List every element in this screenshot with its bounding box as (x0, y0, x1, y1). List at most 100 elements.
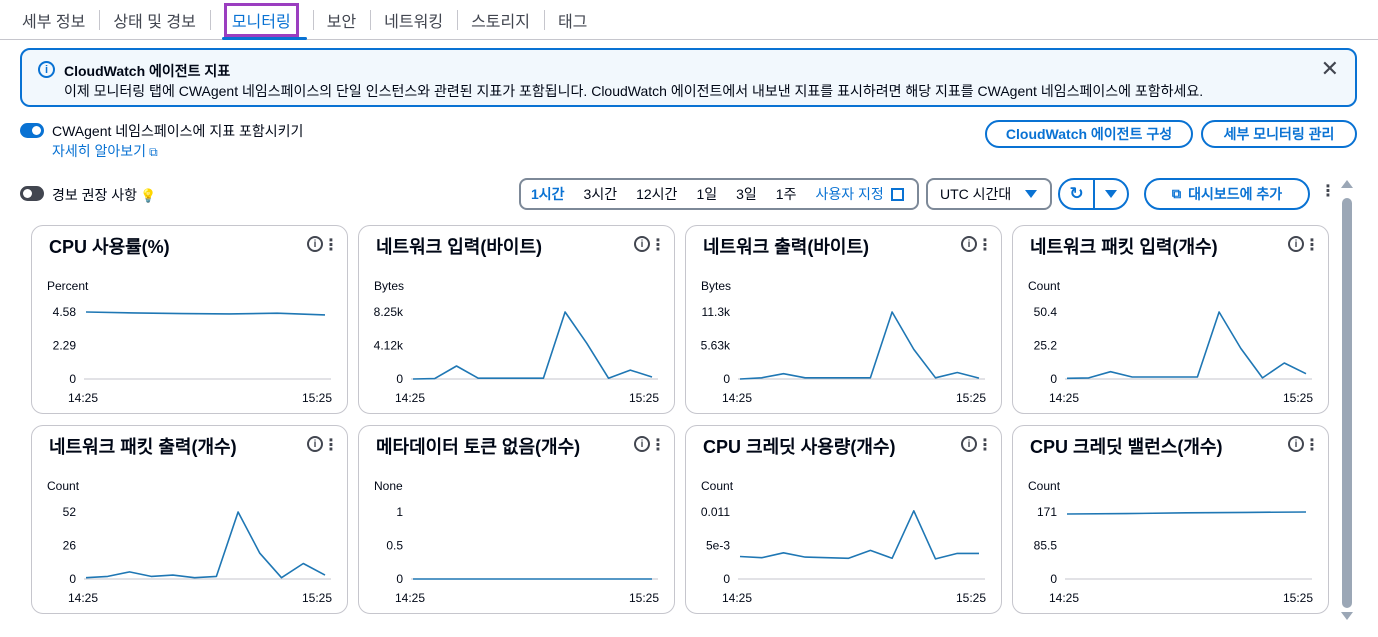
info-icon[interactable]: i (1288, 236, 1304, 252)
info-icon[interactable]: i (961, 236, 977, 252)
y-axis-label: Count (701, 479, 734, 493)
x-tick-label: 15:25 (1283, 391, 1313, 405)
time-range-option[interactable]: 1시간 (531, 184, 565, 204)
info-icon[interactable]: i (961, 436, 977, 452)
refresh-icon[interactable]: ↻ (1060, 180, 1095, 208)
chart-title: 네트워크 패킷 입력(개수) (1030, 237, 1218, 257)
more-options-icon[interactable]: ⋮ (323, 435, 339, 455)
time-range-option[interactable]: 3일 (736, 184, 757, 204)
series-line (739, 509, 979, 560)
custom-label: 사용자 지정 (815, 186, 884, 202)
alarm-recommendations: 경보 권장 사항 💡 (52, 185, 156, 205)
more-options-icon[interactable]: ⋮ (650, 235, 666, 255)
chart-title: 메타데이터 토큰 없음(개수) (376, 437, 581, 457)
y-axis-label: Count (1028, 279, 1061, 293)
learn-more-link[interactable]: 자세히 알아보기 ⧉ (52, 141, 158, 161)
scroll-up-icon[interactable] (1341, 180, 1353, 188)
info-icon[interactable]: i (1288, 436, 1304, 452)
chart-title: 네트워크 패킷 출력(개수) (49, 437, 237, 457)
more-options-icon[interactable]: ⋮ (1320, 184, 1336, 200)
alarm-label: 경보 권장 사항 (52, 187, 138, 203)
alarm-toggle[interactable] (20, 186, 44, 201)
more-options-icon[interactable]: ⋮ (977, 235, 993, 255)
time-range-option[interactable]: 1일 (696, 184, 717, 204)
time-range-option[interactable]: 12시간 (636, 184, 677, 204)
line-chart: None 1 0.5 0 14:25 15:25 (374, 479, 659, 605)
tab-label: 스토리지 (471, 13, 530, 31)
info-icon[interactable]: i (634, 236, 650, 252)
x-tick-label: 14:25 (395, 591, 425, 605)
info-alert: i CloudWatch 에이전트 지표 이제 모니터링 탭에 CWAgent … (20, 48, 1357, 107)
y-tick-label: 1 (396, 505, 403, 519)
learn-more-label: 자세히 알아보기 (52, 143, 147, 159)
scroll-down-icon[interactable] (1341, 612, 1353, 620)
metric-card: CPU 크레딧 사용량(개수) i ⋮ Count 0.011 5e-3 0 14:25 15:… (685, 425, 1002, 614)
x-tick-label: 15:25 (956, 591, 986, 605)
time-range-option[interactable]: 1주 (776, 184, 797, 204)
chart-title: 네트워크 입력(바이트) (376, 237, 543, 257)
line-chart: Count 171 85.5 0 14:25 15:25 (1028, 479, 1313, 605)
x-tick-label: 14:25 (1049, 391, 1079, 405)
y-tick-label: 0 (396, 372, 403, 386)
y-tick-label: 0 (723, 572, 730, 586)
more-options-icon[interactable]: ⋮ (1304, 235, 1320, 255)
tab-4[interactable]: 네트워킹 (370, 0, 457, 40)
y-tick-label: 0 (723, 372, 730, 386)
more-options-icon[interactable]: ⋮ (323, 235, 339, 255)
more-options-icon[interactable]: ⋮ (1304, 435, 1320, 455)
scroll-thumb[interactable] (1342, 198, 1352, 608)
x-tick-label: 14:25 (68, 591, 98, 605)
y-tick-label: 50.4 (1034, 305, 1058, 319)
configure-agent-button[interactable]: CloudWatch 에이전트 구성 (985, 120, 1193, 148)
y-tick-label: 4.58 (53, 305, 77, 319)
y-tick-label: 26 (63, 539, 77, 553)
metric-card: 네트워크 입력(바이트) i ⋮ Bytes 8.25k 4.12k 0 14:25 15:25 (358, 225, 675, 414)
chart-title: CPU 크레딧 밸런스(개수) (1030, 437, 1223, 457)
x-tick-label: 15:25 (302, 591, 332, 605)
tab-6[interactable]: 태그 (543, 0, 601, 40)
y-tick-label: 0 (1050, 572, 1057, 586)
tab-5[interactable]: 스토리지 (457, 0, 544, 40)
x-tick-label: 15:25 (1283, 591, 1313, 605)
info-icon[interactable]: i (307, 236, 323, 252)
metric-card: CPU 크레딧 밸런스(개수) i ⋮ Count 171 85.5 0 14:25 15:25 (1012, 425, 1329, 614)
y-tick-label: 0 (396, 572, 403, 586)
y-tick-label: 0.011 (701, 505, 730, 519)
timezone-select[interactable]: UTC 시간대 (926, 178, 1052, 210)
refresh-group: ↻ (1058, 178, 1129, 210)
info-icon[interactable]: i (307, 436, 323, 452)
chart-title: 네트워크 출력(바이트) (703, 237, 870, 257)
y-tick-label: 0.5 (386, 539, 403, 553)
tab-3[interactable]: 보안 (312, 0, 370, 40)
add-to-dashboard-label: 대시보드에 추가 (1188, 186, 1283, 202)
tab-1[interactable]: 상태 및 경보 (99, 0, 210, 40)
y-tick-label: 8.25k (374, 305, 404, 319)
tab-2[interactable]: 모니터링 (209, 0, 313, 40)
y-tick-label: 2.29 (53, 339, 77, 353)
lightbulb-icon: 💡 (140, 188, 157, 203)
info-icon[interactable]: i (634, 436, 650, 452)
add-to-dashboard-button[interactable]: ⧉ 대시보드에 추가 (1144, 178, 1310, 210)
alert-title: CloudWatch 에이전트 지표 (64, 63, 231, 79)
manage-monitoring-button[interactable]: 세부 모니터링 관리 (1201, 120, 1357, 148)
scrollbar[interactable] (1340, 180, 1354, 620)
y-axis-label: Bytes (374, 279, 404, 293)
more-options-icon[interactable]: ⋮ (650, 435, 666, 455)
refresh-dropdown[interactable] (1095, 180, 1127, 208)
cwagent-label: CWAgent 네임스페이스에 지표 포함시키기 (52, 123, 304, 139)
line-chart: Bytes 11.3k 5.63k 0 14:25 15:25 (701, 279, 987, 405)
more-options-icon[interactable]: ⋮ (977, 435, 993, 455)
tab-label: 세부 정보 (22, 13, 86, 31)
series-line (85, 511, 326, 579)
x-tick-label: 14:25 (395, 391, 425, 405)
time-range-option[interactable]: 3시간 (584, 184, 618, 204)
time-range-custom[interactable]: 사용자 지정 (815, 184, 904, 204)
external-link-icon: ⧉ (149, 145, 158, 159)
series-line (1066, 311, 1307, 380)
tab-0[interactable]: 세부 정보 (8, 0, 99, 40)
cwagent-toggle[interactable] (20, 123, 44, 138)
series-line (412, 311, 653, 380)
y-axis-label: Count (47, 479, 80, 493)
y-tick-label: 11.3k (702, 305, 731, 319)
close-icon[interactable]: ✕ (1321, 56, 1339, 82)
